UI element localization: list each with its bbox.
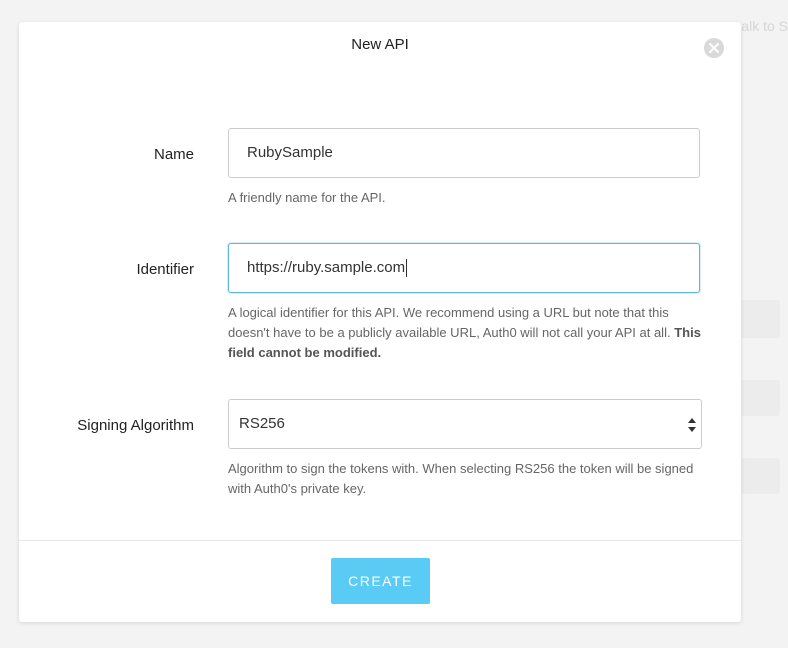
identifier-help: A logical identifier for this API. We re…	[228, 305, 671, 340]
close-button[interactable]	[704, 38, 724, 58]
signing-algorithm-select[interactable]: RS256	[228, 399, 702, 449]
close-icon	[709, 43, 719, 53]
modal-title: New API	[351, 36, 409, 53]
name-input-value: RubySample	[247, 144, 333, 161]
signing-algorithm-help-text: Algorithm to sign the tokens with. When …	[228, 461, 694, 496]
identifier-input[interactable]: https://ruby.sample.com	[228, 243, 700, 293]
background-block	[740, 380, 780, 416]
select-arrows-icon	[688, 418, 696, 432]
identifier-help-text: A logical identifier for this API. We re…	[228, 303, 708, 363]
name-help-text: A friendly name for the API.	[228, 190, 386, 205]
background-text: alk to S	[741, 18, 788, 34]
signing-algorithm-value: RS256	[239, 415, 285, 432]
background-block	[740, 300, 780, 338]
identifier-input-value: https://ruby.sample.com	[247, 259, 406, 276]
name-label: Name	[153, 146, 194, 163]
text-caret	[406, 259, 408, 278]
signing-algorithm-label: Signing Algorithm	[77, 417, 194, 434]
background-block	[740, 458, 780, 494]
create-button[interactable]: CREATE	[331, 558, 430, 604]
new-api-modal: New API Name RubySample A friendly name …	[19, 22, 741, 622]
footer-divider	[19, 540, 741, 541]
identifier-label: Identifier	[136, 261, 194, 278]
name-input[interactable]: RubySample	[228, 128, 700, 178]
